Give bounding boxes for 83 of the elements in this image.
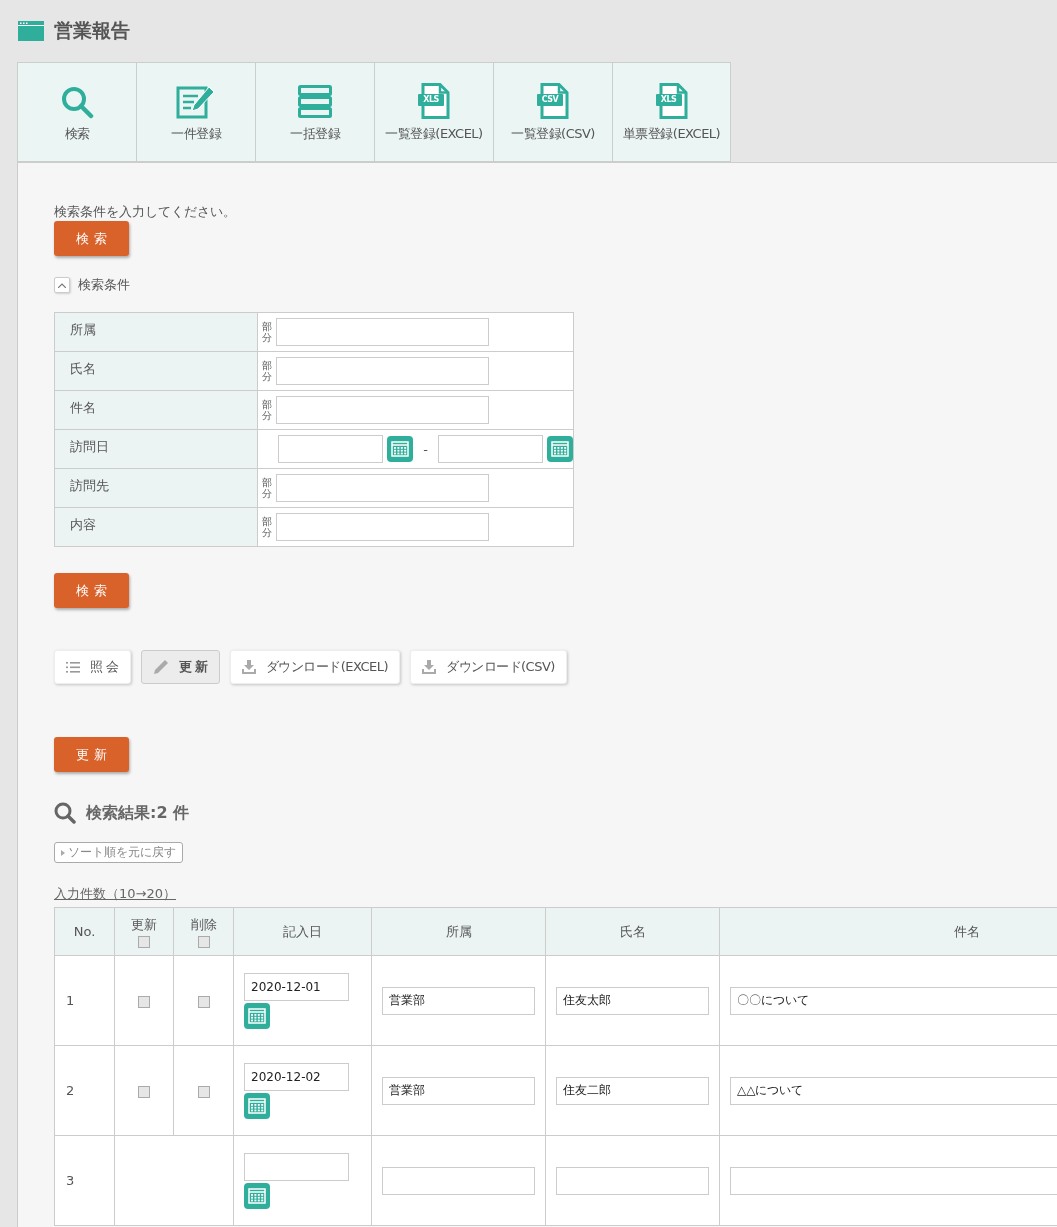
column-header: 氏名 — [619, 923, 646, 939]
field-label: 訪問日 — [70, 439, 109, 454]
toolbar-tab[interactable]: CSV 一覧登録(CSV) — [493, 62, 612, 162]
select-all-checkbox[interactable] — [197, 935, 210, 948]
download-icon — [241, 660, 256, 674]
row-number: 1 — [66, 993, 75, 1008]
input-field[interactable]: 営業部 — [382, 1076, 535, 1105]
input-field[interactable] — [244, 1152, 349, 1181]
field-label: 氏名 — [70, 361, 96, 376]
input-field[interactable]: 2020-12-02 — [244, 1062, 349, 1091]
column-header: 更新 — [131, 915, 157, 934]
window-icon — [18, 21, 44, 41]
field-label: 訪問先 — [70, 478, 109, 493]
input-field[interactable]: 2020-12-01 — [244, 972, 349, 1001]
triangle-icon — [61, 849, 65, 856]
toolbar-tab[interactable]: XLS 単票登録(EXCEL) — [612, 62, 731, 162]
input-field[interactable] — [382, 1166, 535, 1195]
calendar-icon[interactable] — [244, 1002, 270, 1029]
date-field[interactable] — [278, 435, 384, 463]
mode-button[interactable]: 照 会 — [54, 650, 131, 684]
column-header: No. — [73, 924, 96, 939]
date-field[interactable] — [438, 435, 543, 463]
input-field[interactable]: 〇〇について — [730, 986, 1057, 1015]
collapse-toggle[interactable] — [54, 277, 70, 293]
instruction-text: 検索条件を入力してください。 — [54, 203, 237, 221]
input-count-link[interactable]: 入力件数（10→20） — [54, 885, 176, 903]
section-title: 検索条件 — [78, 276, 130, 294]
input-field[interactable] — [276, 318, 490, 346]
search-icon — [54, 802, 76, 824]
calendar-icon[interactable] — [387, 436, 414, 462]
column-header: 記入日 — [283, 923, 322, 939]
range-separator: - — [423, 441, 428, 457]
edit-document-icon — [176, 85, 216, 119]
partial-match-label: 部分 — [262, 477, 273, 499]
input-field[interactable] — [276, 474, 490, 502]
input-field[interactable] — [276, 513, 490, 541]
partial-match-label: 部分 — [262, 516, 273, 538]
page-title: 営業報告 — [54, 18, 130, 43]
toolbar-tab[interactable]: XLS 一覧登録(EXCEL) — [374, 62, 493, 162]
column-header: 所属 — [445, 923, 472, 939]
field-label: 内容 — [70, 517, 96, 532]
update-button[interactable]: 更 新 — [54, 737, 129, 772]
input-field[interactable] — [556, 1166, 709, 1195]
search-button[interactable]: 検 索 — [54, 221, 129, 256]
input-field[interactable] — [276, 396, 490, 424]
row-number: 3 — [66, 1173, 75, 1188]
list-icon — [66, 661, 80, 673]
caret-icon — [58, 282, 66, 288]
field-label: 所属 — [70, 322, 96, 337]
input-field[interactable]: 営業部 — [382, 986, 535, 1015]
search-icon — [60, 85, 94, 119]
row-checkbox[interactable] — [197, 1085, 210, 1098]
row-number: 2 — [66, 1083, 75, 1098]
toolbar-tab[interactable]: 検索 — [17, 62, 136, 162]
toolbar-tab[interactable]: 一件登録 — [136, 62, 255, 162]
calendar-icon[interactable] — [547, 436, 573, 462]
row-checkbox[interactable] — [138, 1085, 150, 1098]
field-label: 件名 — [70, 400, 96, 415]
row-checkbox[interactable] — [138, 995, 150, 1008]
row-checkbox[interactable] — [197, 995, 210, 1008]
partial-match-label: 部分 — [262, 321, 273, 343]
mode-button[interactable]: ダウンロード(CSV) — [410, 650, 567, 684]
column-header: 件名 — [953, 923, 980, 939]
toolbar-tab[interactable]: 一括登録 — [255, 62, 374, 162]
input-field[interactable]: 住友二郎 — [556, 1076, 709, 1105]
mode-button[interactable]: ダウンロード(EXCEL) — [229, 650, 401, 684]
calendar-icon[interactable] — [244, 1092, 270, 1119]
calendar-icon[interactable] — [244, 1182, 270, 1209]
pencil-icon — [152, 659, 169, 675]
partial-match-label: 部分 — [262, 399, 273, 421]
stacked-list-icon — [298, 85, 332, 119]
search-button[interactable]: 検 索 — [54, 573, 129, 608]
results-title: 検索結果:2 件 — [86, 802, 190, 824]
input-field[interactable] — [276, 357, 490, 385]
input-field[interactable] — [730, 1166, 1057, 1195]
column-header: 削除 — [190, 915, 217, 934]
download-icon — [422, 660, 437, 674]
select-all-checkbox[interactable] — [138, 935, 150, 948]
input-field[interactable]: △△について — [730, 1076, 1057, 1105]
mode-button[interactable]: 更 新 — [140, 650, 220, 684]
partial-match-label: 部分 — [262, 360, 273, 382]
input-field[interactable]: 住友太郎 — [556, 986, 709, 1015]
reset-sort-button[interactable]: ソート順を元に戻す — [54, 842, 183, 863]
